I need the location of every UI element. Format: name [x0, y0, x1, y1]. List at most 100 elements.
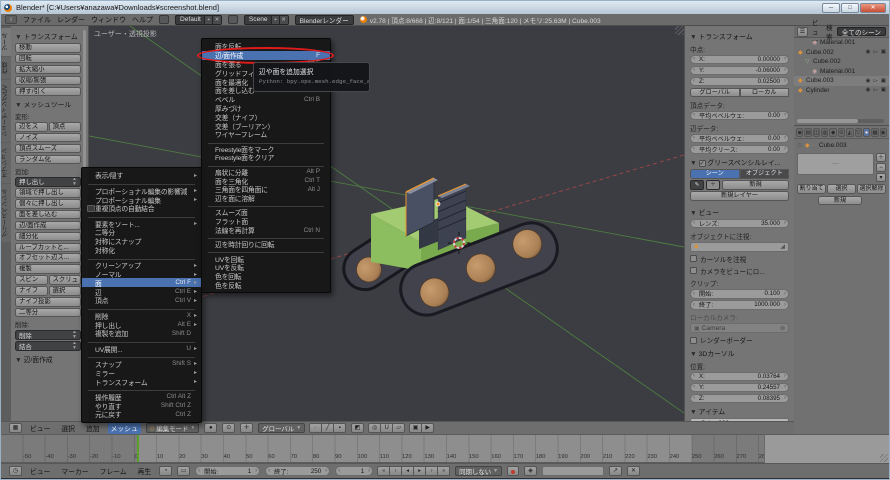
- new-layer-button[interactable]: 新規レイヤー: [690, 191, 789, 201]
- render-engine-dropdown[interactable]: Blenderレンダー: [295, 15, 354, 25]
- median-field[interactable]: X:0.00000: [690, 55, 789, 65]
- opengl-anim-icon[interactable]: ▶: [421, 423, 434, 433]
- gpencil-new-button[interactable]: 新規: [722, 180, 789, 190]
- delete-menu-button[interactable]: 削除 ▲▼: [15, 330, 81, 340]
- panel-header-redo[interactable]: ▼ 辺/面作成: [15, 354, 81, 364]
- remove-scene-icon[interactable]: ✕: [279, 16, 288, 24]
- world-tab-icon[interactable]: ◍: [821, 128, 828, 137]
- timeline-frame-menu[interactable]: フレーム: [97, 465, 130, 477]
- visibility-icon[interactable]: ◉: [866, 49, 871, 55]
- median-field[interactable]: Y:-0.06000: [690, 66, 789, 76]
- menu-item[interactable]: 対称化: [82, 246, 201, 255]
- tool-button[interactable]: 移動: [15, 43, 81, 53]
- eyedropper-icon[interactable]: ◢: [780, 243, 785, 250]
- menu-item[interactable]: UV展開... U: [82, 344, 201, 353]
- menu-item[interactable]: 辺を時計回りに回転: [202, 240, 330, 249]
- tool-button[interactable]: 二等分: [15, 308, 81, 318]
- editor-type-icon[interactable]: i: [5, 15, 17, 24]
- tool-button[interactable]: 辺/面作成: [15, 221, 81, 231]
- menu-item[interactable]: トランスフォーム: [82, 377, 201, 386]
- selectability-icon[interactable]: ▻: [874, 78, 878, 84]
- selectability-icon[interactable]: ▻: [874, 49, 878, 55]
- select-button[interactable]: 選択: [827, 184, 856, 194]
- lock-icon[interactable]: ▭: [177, 466, 190, 476]
- manipulator-toggle[interactable]: ✛: [240, 423, 253, 433]
- gpencil-source-button[interactable]: シーン: [690, 169, 740, 179]
- outliner-row[interactable]: Material.001 ◉▻▣: [794, 38, 889, 48]
- menu-item[interactable]: 元に戻す Ctrl Z: [82, 410, 201, 419]
- screen-layout-dropdown[interactable]: Default + ✕: [175, 15, 222, 25]
- add-slot-button[interactable]: ＋: [876, 153, 886, 162]
- material-slot-list[interactable]: [797, 153, 874, 175]
- tool-button[interactable]: ナイフ投影: [15, 297, 81, 307]
- cursor-location-field[interactable]: X:0.03764: [690, 372, 789, 382]
- toolshelf-tab[interactable]: ツール: [1, 28, 11, 56]
- edge-data-field[interactable]: 平均クリース:0.00: [690, 145, 789, 155]
- renderability-icon[interactable]: ▣: [881, 78, 886, 84]
- outliner-row[interactable]: Cube.003 ◉▻▣: [794, 76, 889, 86]
- clear-icon[interactable]: ⊗: [780, 325, 785, 332]
- outliner-search-menu[interactable]: 検索: [826, 23, 833, 41]
- menu-item[interactable]: 辺を面に溶解: [202, 194, 330, 203]
- keying-set-field[interactable]: [542, 466, 604, 476]
- constraints-tab-icon[interactable]: ⊙: [838, 128, 845, 137]
- panel-header-gpencil[interactable]: ▼ ✓ グリースペンシルレイ...: [690, 157, 789, 167]
- select-button[interactable]: 選択: [49, 286, 82, 296]
- render-border-row[interactable]: レンダーボーダー: [690, 335, 789, 345]
- space-toggle-button[interactable]: グローバル: [690, 88, 740, 98]
- maximize-button[interactable]: □: [841, 3, 859, 13]
- screw-button[interactable]: スクリュ: [49, 275, 82, 285]
- lens-field[interactable]: レンズ:35.000: [690, 219, 789, 229]
- panel-header-view[interactable]: ▼ ビュー: [690, 207, 789, 217]
- orientation-dropdown[interactable]: グローバル ▼: [258, 423, 305, 433]
- editor-type-icon[interactable]: ☰: [797, 27, 808, 37]
- outliner-row[interactable]: Material.001 ◉▻▣: [794, 67, 889, 77]
- clip-field[interactable]: 終了:1000.000: [690, 300, 789, 310]
- timeline-playback-menu[interactable]: 再生: [135, 465, 155, 477]
- remove-slot-button[interactable]: −: [876, 163, 886, 172]
- visibility-icon[interactable]: ◉: [866, 87, 871, 93]
- toolshelf-tab[interactable]: グリースペンシル: [1, 184, 11, 242]
- menu-file[interactable]: ファイル: [23, 15, 51, 25]
- scene-tab-icon[interactable]: ◫: [813, 128, 820, 137]
- timeline-ruler[interactable]: -50-40-30-20-100102030405060708090100110…: [1, 434, 764, 463]
- menu-render[interactable]: レンダー: [57, 15, 85, 25]
- edge-data-field[interactable]: 平均ベベルウェ:0.00: [690, 134, 789, 144]
- tool-button[interactable]: 収縮/膨張: [15, 76, 81, 86]
- scene-icon[interactable]: [228, 15, 238, 24]
- panel-header-3dcursor[interactable]: ▼ 3Dカーソル: [690, 348, 789, 358]
- local-camera-field[interactable]: ▣ Camera ⊗: [690, 323, 789, 333]
- checkbox-icon[interactable]: [690, 255, 697, 262]
- mean-bevel-weight-field[interactable]: 平均ベベルウェ:0.00: [690, 111, 789, 121]
- pivot-point-dropdown[interactable]: ⊙: [222, 423, 235, 433]
- pin-icon[interactable]: ⊙: [797, 142, 802, 149]
- scene-dropdown[interactable]: Scene + ✕: [244, 15, 289, 25]
- panel-header-meshtools[interactable]: ▼ メッシュツール: [15, 99, 81, 109]
- renderability-icon[interactable]: ▣: [881, 87, 886, 93]
- select-menu[interactable]: 選択: [58, 422, 78, 434]
- view-menu[interactable]: ビュー: [27, 422, 53, 434]
- visibility-icon[interactable]: ◉: [866, 78, 871, 84]
- menu-item[interactable]: 色を反転: [202, 281, 330, 290]
- timeline-marker-menu[interactable]: マーカー: [58, 465, 91, 477]
- area-resize-grip[interactable]: [880, 454, 888, 462]
- space-toggle-button[interactable]: ローカル: [740, 88, 790, 98]
- vertex-slide-button[interactable]: 頂点: [49, 122, 82, 132]
- new-material-button[interactable]: 新規: [818, 196, 862, 206]
- gpencil-plus-icon[interactable]: ＋: [706, 180, 720, 190]
- insert-keyframe-icon[interactable]: ↗: [609, 466, 622, 476]
- outliner-scrollbar[interactable]: [797, 119, 884, 123]
- toolshelf-tab[interactable]: 作成: [1, 57, 11, 79]
- median-field[interactable]: Z:0.02500: [690, 77, 789, 87]
- tool-button[interactable]: 複製: [15, 264, 81, 274]
- tool-button[interactable]: 領域で押し出し: [15, 188, 81, 198]
- menu-item[interactable]: ワイヤーフレーム: [202, 130, 330, 139]
- mesh-menu-button[interactable]: メッシュ: [108, 422, 141, 434]
- tool-button[interactable]: 個々に押し出し: [15, 199, 81, 209]
- menu-item[interactable]: 表示/隠す: [82, 171, 201, 180]
- cursor-location-field[interactable]: Z:0.08395: [690, 394, 789, 404]
- slot-specials-button[interactable]: ▾: [876, 173, 886, 182]
- sync-dropdown[interactable]: 同期しない ▼: [455, 466, 502, 476]
- panel-header-transform[interactable]: ▼ トランスフォーム: [15, 31, 81, 41]
- mode-dropdown[interactable]: ◇ 編集モード ▼: [146, 423, 200, 433]
